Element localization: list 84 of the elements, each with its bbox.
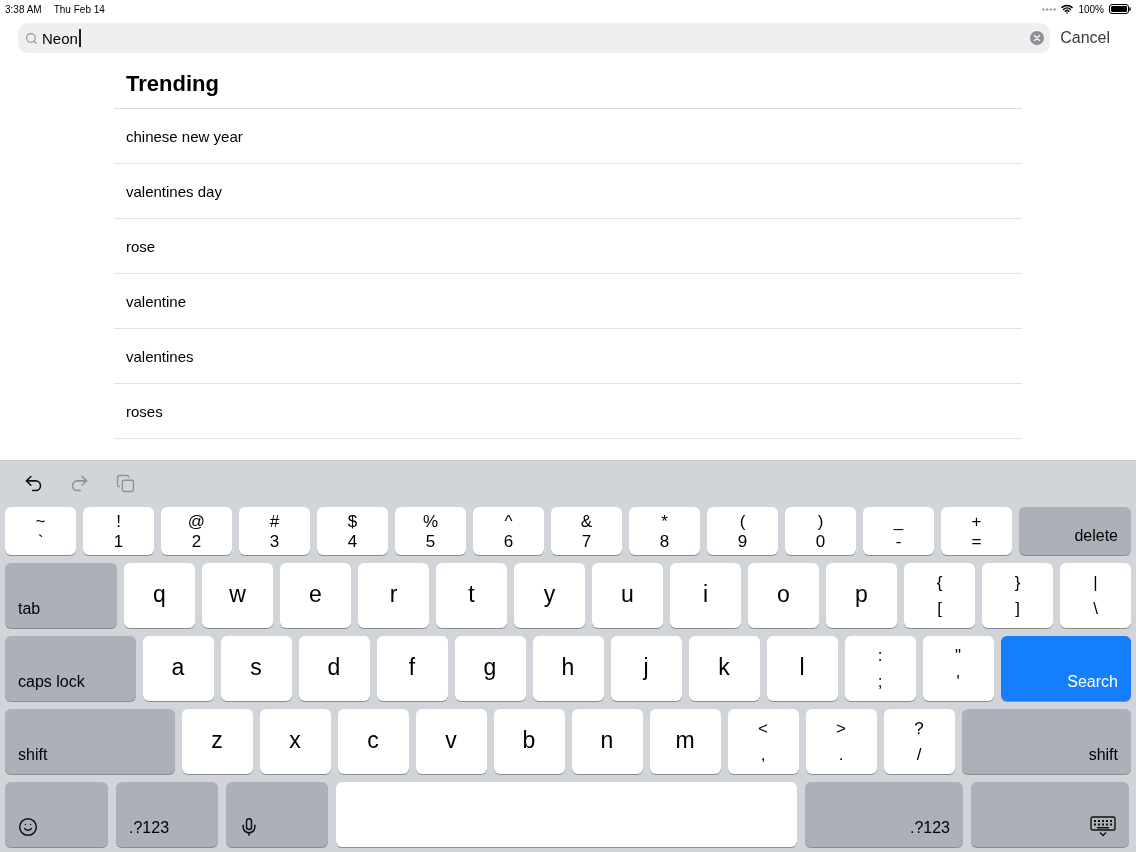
symbol-key[interactable]: % 5 (395, 507, 466, 555)
letter-key[interactable]: h (532, 636, 604, 701)
symbol-key[interactable]: ? / (883, 709, 955, 774)
letter-key[interactable]: p (826, 563, 897, 628)
symbol-key[interactable]: < , (727, 709, 799, 774)
clear-icon[interactable] (1030, 31, 1045, 45)
symbol-key[interactable]: ! 1 (83, 507, 154, 555)
trending-item[interactable]: valentines day (114, 164, 1022, 219)
letter-key[interactable]: i (670, 563, 741, 628)
letter-key[interactable]: s (220, 636, 292, 701)
symbol-key[interactable]: * 8 (629, 507, 700, 555)
symbol-key[interactable]: $ 4 (317, 507, 388, 555)
letter-key[interactable]: w (202, 563, 273, 628)
signal-dots-icon (1042, 7, 1057, 11)
letter-key[interactable]: k (688, 636, 760, 701)
letter-key[interactable]: b (493, 709, 565, 774)
text-cursor (78, 29, 81, 47)
letter-key[interactable]: j (610, 636, 682, 701)
keyboard-hide-icon (1090, 816, 1116, 837)
emoji-key[interactable] (5, 782, 108, 847)
symbol-key[interactable]: ^ 6 (473, 507, 544, 555)
status-time: 3:38 AM (5, 3, 42, 15)
letter-key[interactable]: v (415, 709, 487, 774)
letter-key[interactable]: e (280, 563, 351, 628)
search-field[interactable]: Neon (18, 23, 1051, 53)
section-heading: Trending (114, 53, 1022, 109)
symbol-key[interactable]: + = (941, 507, 1012, 555)
numbers-key[interactable]: .?123 (805, 782, 963, 847)
shift-key[interactable]: shift (5, 709, 175, 774)
letter-key[interactable]: t (436, 563, 507, 628)
search-icon (25, 31, 38, 45)
undo-button[interactable] (23, 473, 44, 494)
shift-key[interactable]: shift (961, 709, 1131, 774)
letter-key[interactable]: x (259, 709, 331, 774)
symbol-key[interactable]: > . (805, 709, 877, 774)
search-key[interactable]: Search (1000, 636, 1131, 701)
symbol-key[interactable]: _ - (863, 507, 934, 555)
symbol-key[interactable]: : ; (844, 636, 916, 701)
battery-percent: 100% (1078, 3, 1104, 15)
trending-item[interactable]: roses (114, 384, 1022, 439)
symbol-key[interactable]: ) 0 (785, 507, 856, 555)
letter-key[interactable]: u (592, 563, 663, 628)
symbol-key[interactable]: # 3 (239, 507, 310, 555)
letter-key[interactable]: n (571, 709, 643, 774)
letter-key[interactable]: f (376, 636, 448, 701)
letter-key[interactable]: r (358, 563, 429, 628)
letter-key[interactable]: q (124, 563, 195, 628)
trending-item[interactable]: valentine (114, 274, 1022, 329)
dictation-key[interactable] (226, 782, 328, 847)
letter-key[interactable]: o (748, 563, 819, 628)
tab-key[interactable]: tab (5, 563, 117, 628)
letter-key[interactable]: g (454, 636, 526, 701)
redo-icon (69, 473, 90, 494)
hide-keyboard-key[interactable] (971, 782, 1129, 847)
letter-key[interactable]: l (766, 636, 838, 701)
letter-key[interactable]: z (181, 709, 253, 774)
smiley-icon (18, 817, 38, 837)
letter-key[interactable]: m (649, 709, 721, 774)
letter-key[interactable]: a (142, 636, 214, 701)
letter-key[interactable]: c (337, 709, 409, 774)
symbol-key[interactable]: ~ ` (5, 507, 76, 555)
battery-icon (1109, 4, 1131, 14)
letter-key[interactable]: y (514, 563, 585, 628)
symbol-key[interactable]: { [ (904, 563, 975, 628)
microphone-icon (239, 817, 259, 837)
wifi-icon (1061, 3, 1074, 15)
trending-item[interactable]: valentines (114, 329, 1022, 384)
symbol-key[interactable]: " ' (922, 636, 994, 701)
caps-lock-key[interactable]: caps lock (5, 636, 136, 701)
undo-icon (23, 473, 44, 494)
cancel-button[interactable]: Cancel (1060, 29, 1110, 47)
letter-key[interactable]: d (298, 636, 370, 701)
search-value: Neon (42, 29, 78, 47)
numbers-key[interactable]: .?123 (116, 782, 218, 847)
status-date: Thu Feb 14 (53, 3, 105, 15)
copy-icon (116, 474, 135, 493)
symbol-key[interactable]: & 7 (551, 507, 622, 555)
symbol-key[interactable]: @ 2 (161, 507, 232, 555)
symbol-key[interactable]: | \ (1060, 563, 1131, 628)
trending-item[interactable]: chinese new year (114, 109, 1022, 164)
trending-item[interactable]: rose (114, 219, 1022, 274)
delete-key[interactable]: delete (1019, 507, 1131, 555)
symbol-key[interactable]: } ] (982, 563, 1053, 628)
symbol-key[interactable]: ( 9 (707, 507, 778, 555)
